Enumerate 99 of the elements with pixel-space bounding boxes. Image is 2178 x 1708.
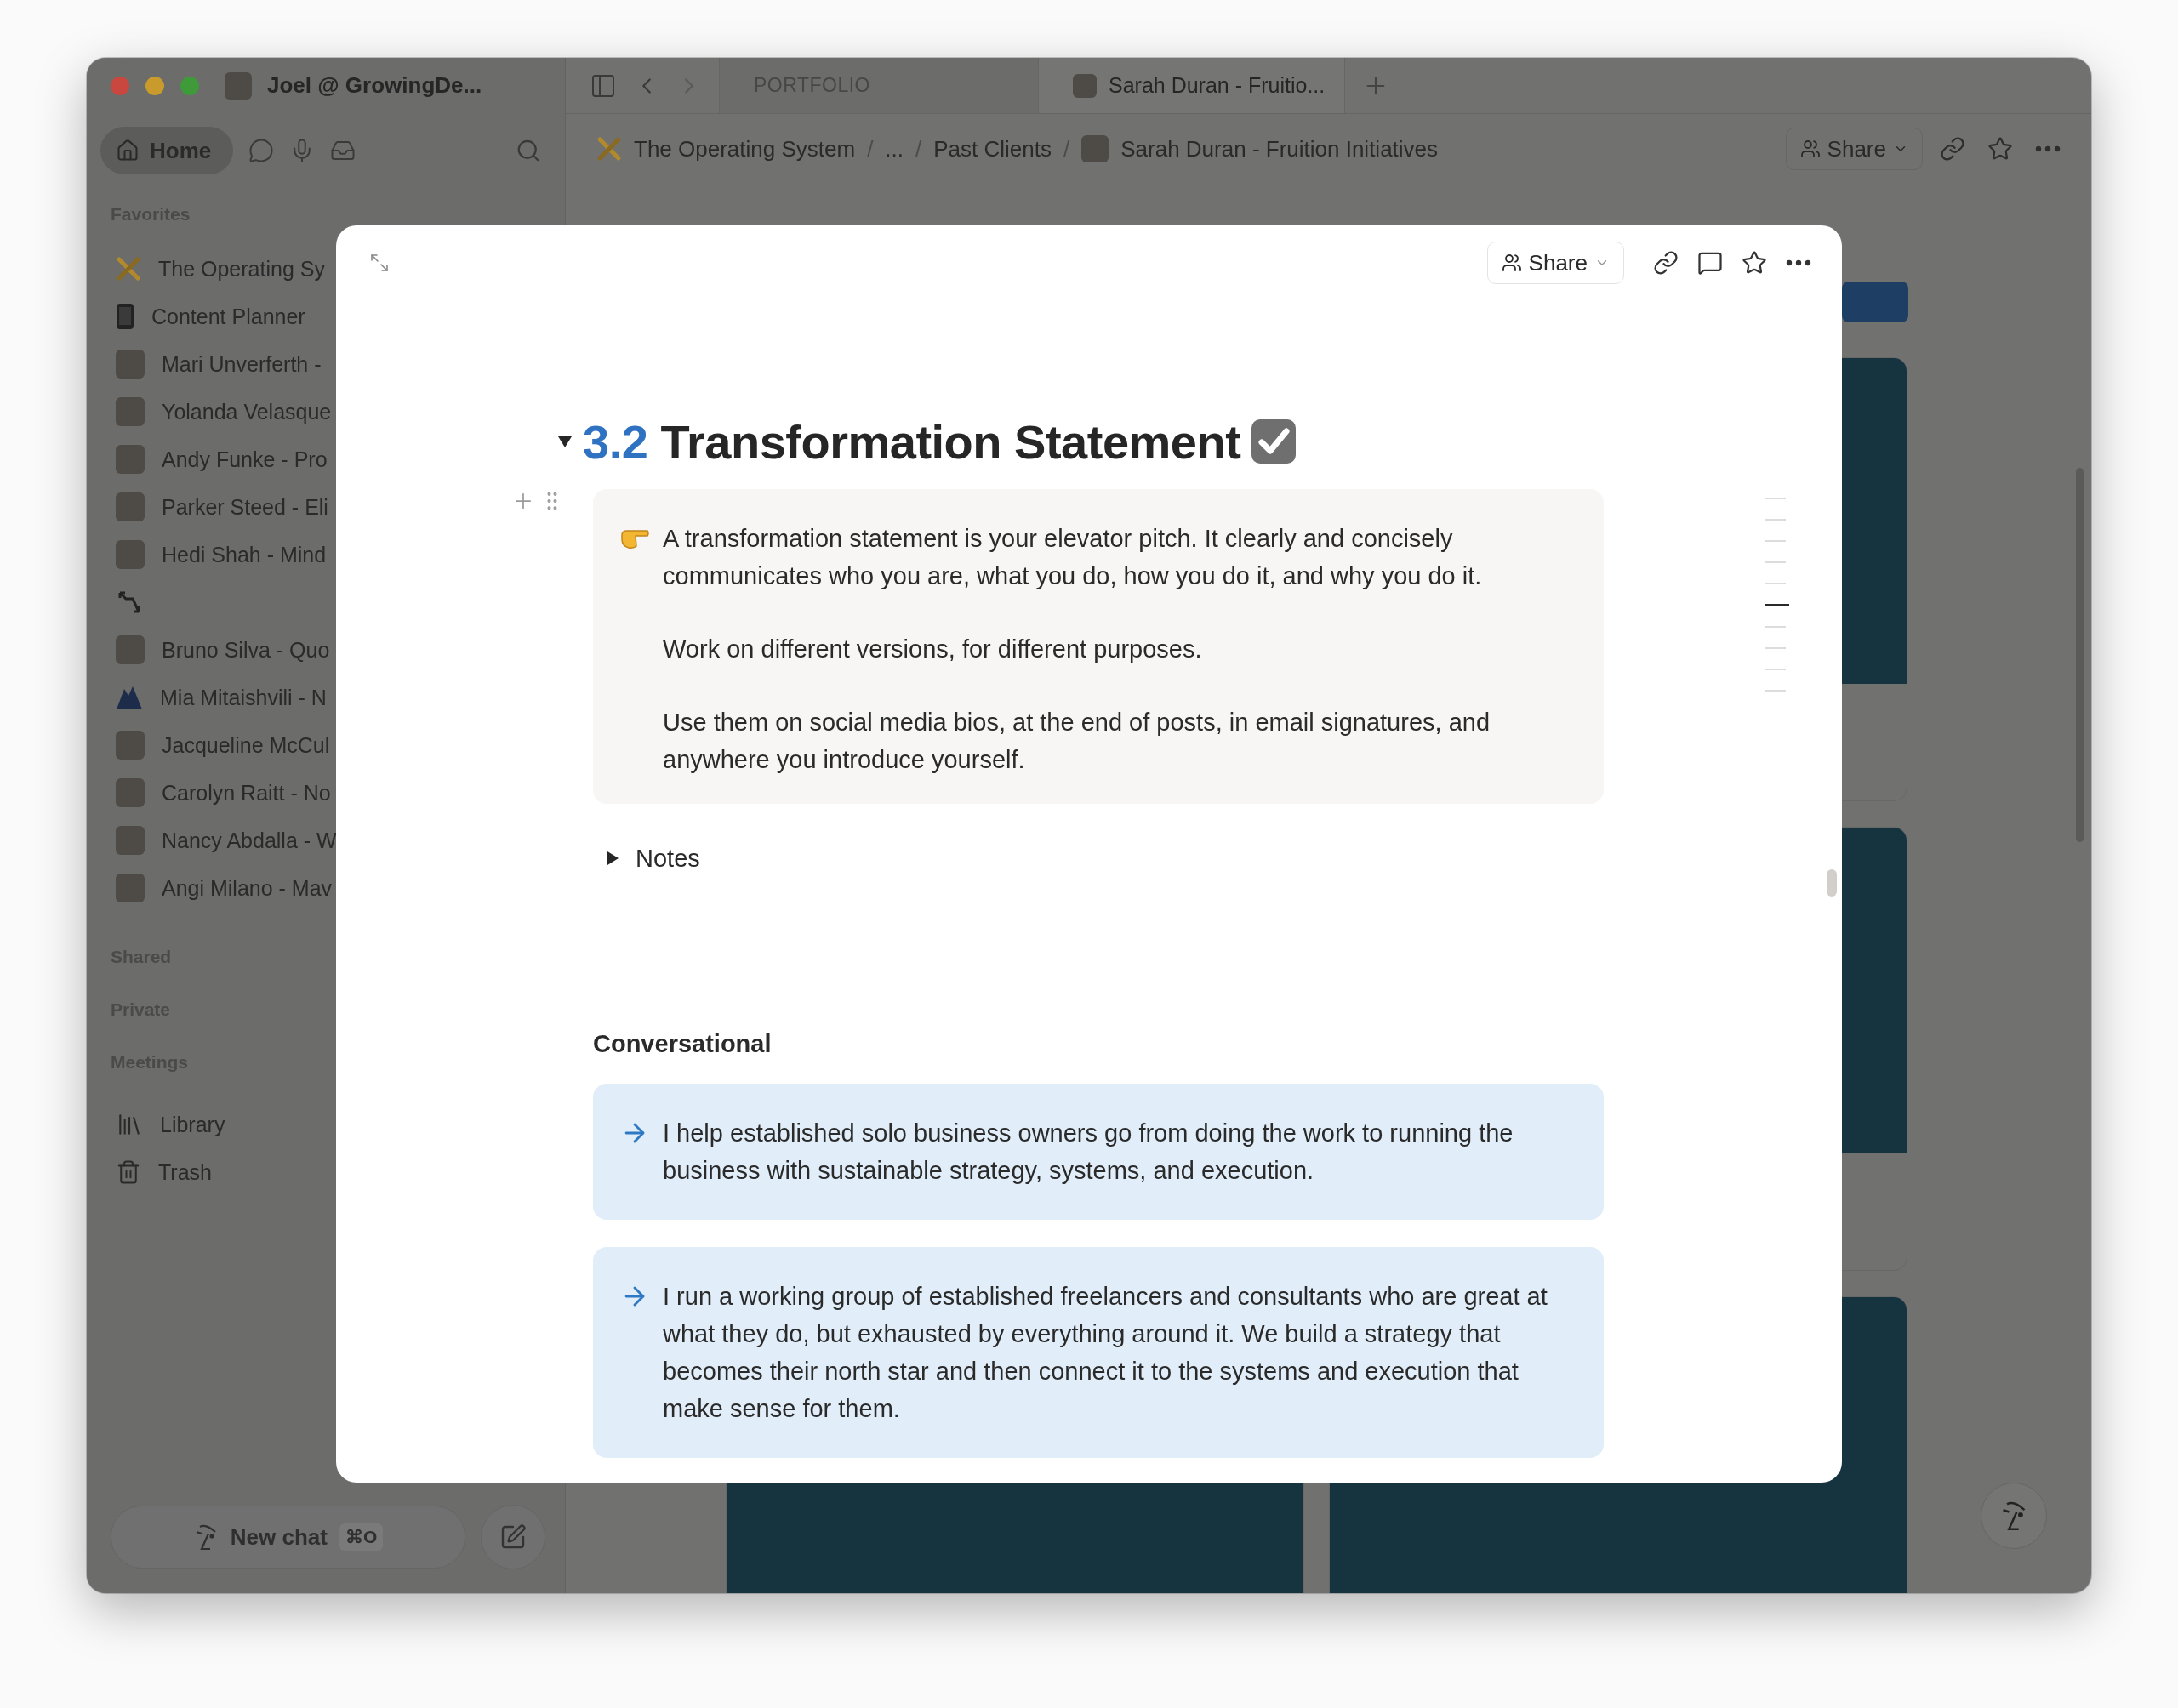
- expand-icon: [369, 253, 390, 273]
- avatar-placeholder: [116, 874, 145, 902]
- item-label: Parker Steed - Eli: [162, 494, 328, 520]
- item-label: Angi Milano - Mav: [162, 875, 333, 901]
- home-icon: [116, 139, 140, 162]
- sidebar-item[interactable]: Trash: [87, 1148, 565, 1196]
- item-label: Carolyn Raitt - No: [162, 780, 331, 806]
- sidebar-item[interactable]: Hedi Shah - Mind: [87, 531, 565, 578]
- statement-text: I run a working group of established freelancers and consultants who are great at what they do, but exhausted by everything around it. We build a strategy that becomes their north star and then connect it to the systems and execution that make sense for them.: [663, 1282, 1548, 1424]
- zoom-window-button[interactable]: [180, 76, 199, 95]
- outline-marker[interactable]: [1765, 519, 1786, 521]
- avatar-placeholder: [116, 778, 145, 807]
- sidebar-item[interactable]: Nancy Abdalla - W: [87, 817, 565, 864]
- breadcrumb-separator: /: [1063, 135, 1070, 162]
- sidebar-item[interactable]: Carolyn Raitt - No: [87, 769, 565, 817]
- sidebar-item[interactable]: Parker Steed - Eli: [87, 483, 565, 531]
- workspace-name[interactable]: Joel @ GrowingDe...: [267, 72, 482, 99]
- chat-icon[interactable]: [248, 138, 275, 163]
- item-label: Andy Funke - Pro: [162, 447, 328, 472]
- outline-marker[interactable]: [1765, 690, 1786, 692]
- search-icon[interactable]: [516, 138, 541, 163]
- sidebar-item[interactable]: Andy Funke - Pro: [87, 436, 565, 483]
- star-icon: [1987, 136, 2013, 162]
- item-label: Jacqueline McCul: [162, 732, 330, 758]
- trash-icon: [116, 1159, 141, 1185]
- outline-marker[interactable]: [1765, 647, 1786, 649]
- item-label: Trash: [158, 1159, 212, 1185]
- item-label: Yolanda Velasque: [162, 399, 332, 424]
- more-icon: [1786, 259, 1811, 266]
- item-label: Nancy Abdalla - W: [162, 828, 337, 853]
- avatar-placeholder: [116, 397, 145, 426]
- avatar-placeholder: [116, 826, 145, 855]
- sidebar-item[interactable]: Mari Unverferth -: [87, 340, 565, 388]
- avatar-placeholder: [1081, 135, 1109, 162]
- crossed-pencils-icon: [116, 256, 141, 282]
- sidebar-item[interactable]: Bruno Silva - Quo: [87, 626, 565, 674]
- avatar-placeholder: [116, 731, 145, 760]
- outline-marker[interactable]: [1765, 626, 1786, 628]
- star-icon: [1742, 250, 1767, 276]
- link-icon: [1653, 250, 1679, 276]
- item-label: The Operating Sy: [158, 256, 325, 282]
- avatar-placeholder: [116, 445, 145, 474]
- toggle-triangle-icon[interactable]: [605, 851, 620, 866]
- scrollbar[interactable]: [1827, 869, 1837, 897]
- outline-marker[interactable]: [1765, 498, 1786, 499]
- compose-icon: [499, 1523, 527, 1551]
- callout-text: A transformation statement is your elevator pitch. It clearly and concisely communicates who you are, what you do, how you do it, and why you do it.: [663, 524, 1483, 591]
- toggle-label[interactable]: Notes: [636, 844, 700, 873]
- outline-marker[interactable]: [1765, 669, 1786, 670]
- people-icon: [1501, 253, 1522, 273]
- people-icon: [1799, 139, 1821, 159]
- item-label: Content Planner: [151, 304, 305, 329]
- item-label: Library: [160, 1112, 225, 1137]
- crossed-pencils-icon: [596, 136, 622, 162]
- avatar-placeholder: [116, 492, 145, 521]
- sidebar-item[interactable]: The Operating Sy: [87, 245, 565, 293]
- callout-text: Use them on social media bios, at the end of posts, in email signatures, and anywhere you introduce yourself.: [663, 708, 1491, 775]
- callout-text: Work on different versions, for different purposes.: [663, 635, 1203, 664]
- statement-text: I help established solo business owners go from doing the work to running the business with sustainable strategy, systems, and execution.: [663, 1119, 1514, 1186]
- breadcrumb-separator: /: [867, 135, 874, 162]
- outline-marker[interactable]: [1765, 583, 1786, 584]
- breadcrumb-link[interactable]: ...: [885, 135, 904, 162]
- avatar-placeholder: [116, 635, 145, 664]
- avatar-placeholder: [116, 540, 145, 569]
- item-label: Bruno Silva - Quo: [162, 637, 330, 663]
- comment-icon: [1697, 250, 1723, 276]
- breadcrumb-link[interactable]: Past Clients: [933, 135, 1052, 162]
- sidebar-item[interactable]: Mia Mitaishvili - N: [87, 674, 565, 721]
- outline-marker[interactable]: [1765, 604, 1789, 606]
- share-button[interactable]: Share: [1486, 242, 1624, 284]
- item-label: Mia Mitaishvili - N: [160, 685, 327, 710]
- toggle-triangle-icon[interactable]: [557, 434, 573, 449]
- minimize-window-button[interactable]: [145, 76, 164, 95]
- breadcrumb-link[interactable]: Sarah Duran - Fruition Initiatives: [1081, 135, 1439, 162]
- sidebar-item[interactable]: Angi Milano - Mav: [87, 864, 565, 912]
- section-heading: Conversational: [593, 1030, 773, 1058]
- sidebar-item[interactable]: Content Planner: [87, 293, 565, 340]
- browser-tab[interactable]: Sarah Duran - Fruitio...: [1038, 58, 1344, 113]
- phone-icon: [116, 303, 134, 330]
- new-chat-button[interactable]: New chat ⌘O: [111, 1506, 465, 1569]
- item-label: Hedi Shah - Mind: [162, 542, 327, 567]
- shortcut-hint: ⌘O: [339, 1523, 384, 1551]
- avatar-placeholder: [225, 71, 252, 100]
- breadcrumb-separator: /: [915, 135, 922, 162]
- link-icon: [1940, 136, 1965, 162]
- sidebar-item[interactable]: Yolanda Velasque: [87, 388, 565, 436]
- outline-marker[interactable]: [1765, 540, 1786, 542]
- share-button[interactable]: Share: [1785, 128, 1923, 170]
- avatar-placeholder: [116, 350, 145, 379]
- outline-marker[interactable]: [1765, 561, 1786, 563]
- breadcrumb-link[interactable]: The Operating System: [596, 135, 856, 162]
- sidebar-item[interactable]: Jacqueline McCul: [87, 721, 565, 769]
- more-icon: [2035, 145, 2061, 152]
- page-heading: 3.2 Transformation Statement: [583, 413, 1241, 470]
- avatar-placeholder: [1073, 73, 1097, 98]
- item-label: Mari Unverferth -: [162, 351, 322, 377]
- pointing-hand-icon: [620, 527, 649, 549]
- sidebar-item[interactable]: Library: [87, 1101, 565, 1148]
- checkbox-icon: [1251, 418, 1297, 464]
